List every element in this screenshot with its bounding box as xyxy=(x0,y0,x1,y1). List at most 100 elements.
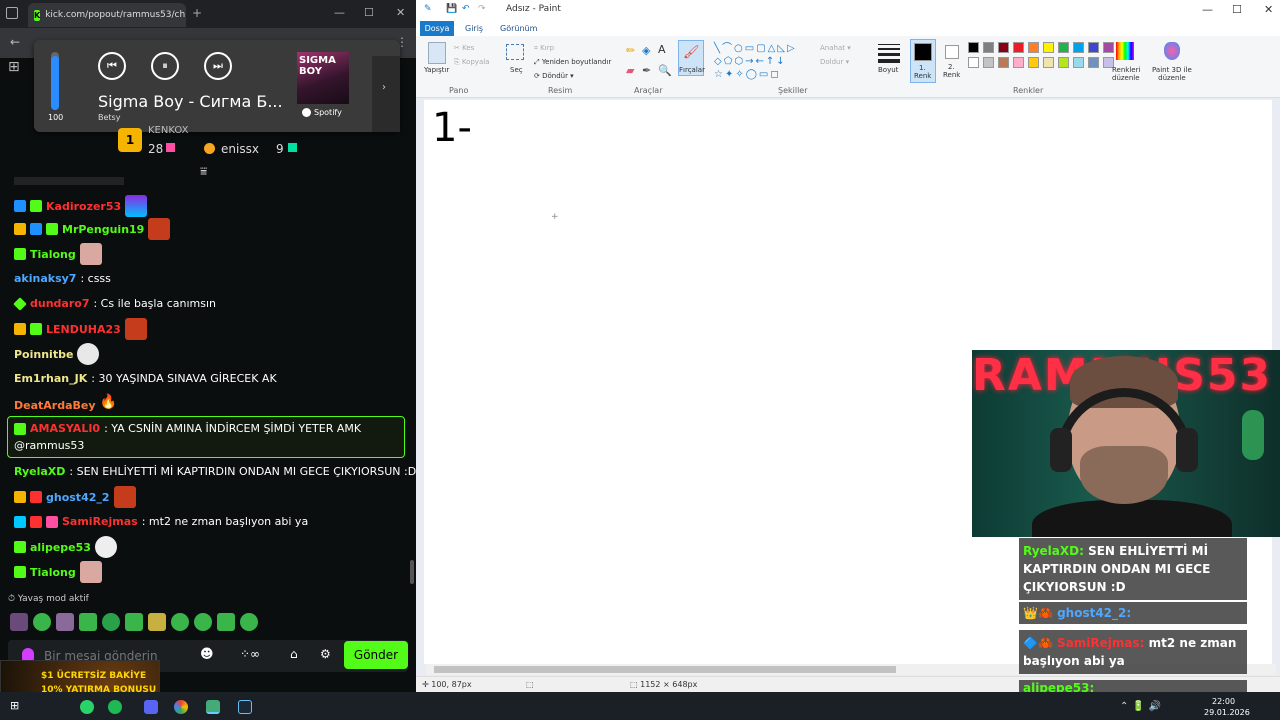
minimize-button[interactable]: — xyxy=(1202,3,1213,16)
palette-swatch[interactable] xyxy=(983,57,994,68)
settings-gear-icon[interactable]: ⚙ xyxy=(320,647,331,661)
expand-leaderboard-icon[interactable]: ⩸ xyxy=(200,164,207,179)
chrome-icon[interactable] xyxy=(174,700,188,714)
send-button[interactable]: Gönder xyxy=(344,641,408,669)
edit-colors-button[interactable]: Renkleri düzenle xyxy=(1112,66,1140,82)
emote-picker-icon[interactable]: ⁘∞ xyxy=(240,647,260,661)
redo-icon[interactable]: ↷ xyxy=(478,4,486,14)
chat-username[interactable]: Tialong xyxy=(30,566,76,579)
palette-swatch[interactable] xyxy=(1058,42,1069,53)
quick-emote-icon[interactable] xyxy=(56,613,74,631)
tab-file[interactable]: Dosya xyxy=(420,21,454,36)
close-window-button[interactable]: ✕ xyxy=(1264,3,1273,16)
chat-username[interactable]: akinaksy7 xyxy=(14,272,76,285)
color1-button[interactable]: 1. Renk xyxy=(910,39,936,83)
system-tray-icons[interactable]: ⌃🔋🔊 xyxy=(1120,701,1165,712)
edit-colors-icon[interactable] xyxy=(1116,42,1134,60)
palette-swatch[interactable] xyxy=(1088,42,1099,53)
palette-swatch[interactable] xyxy=(1043,42,1054,53)
chat-username[interactable]: LENDUHA23 xyxy=(46,323,121,336)
palette-swatch[interactable] xyxy=(1073,42,1084,53)
select-icon[interactable] xyxy=(506,44,524,60)
emoji-picker-icon[interactable]: ☻ xyxy=(200,647,214,662)
scrollbar-thumb[interactable] xyxy=(434,666,896,673)
next-track-button[interactable]: ⏭ xyxy=(204,52,232,80)
back-icon[interactable]: ← xyxy=(10,35,20,49)
discord-icon[interactable] xyxy=(144,700,158,714)
chat-username[interactable]: ghost42_2 xyxy=(46,491,110,504)
paint-taskbar-icon[interactable] xyxy=(206,700,220,714)
palette-swatch[interactable] xyxy=(1013,57,1024,68)
shapes-gallery[interactable]: ╲⌒○▭▢△◺▷ ◇⬠⬡→←↑↓ ☆✦✧◯▭◻ xyxy=(714,42,814,80)
palette-swatch[interactable] xyxy=(1013,42,1024,53)
quick-emote-icon[interactable] xyxy=(125,613,143,631)
color2-button[interactable]: 2. Renk xyxy=(940,39,966,83)
paint3d-icon[interactable] xyxy=(1164,42,1180,60)
apps-grid-icon[interactable]: ⊞ xyxy=(8,59,20,75)
quick-emote-icon[interactable] xyxy=(148,613,166,631)
quick-emote-icon[interactable] xyxy=(79,613,97,631)
pause-button[interactable]: ⏸ xyxy=(151,52,179,80)
palette-swatch[interactable] xyxy=(1088,57,1099,68)
size-icon[interactable] xyxy=(878,44,900,63)
chevron-right-icon[interactable]: › xyxy=(382,82,386,93)
rotate-button[interactable]: ⟳ Döndür ▾ xyxy=(534,72,574,80)
chat-scrollbar[interactable] xyxy=(410,560,414,584)
paste-button[interactable]: Yapıştır xyxy=(424,66,449,74)
magnifier-icon[interactable]: 🔍 xyxy=(658,64,672,77)
save-icon[interactable]: 💾 xyxy=(446,4,457,14)
quick-emote-icon[interactable] xyxy=(102,613,120,631)
maximize-button[interactable]: ☐ xyxy=(364,6,374,19)
palette-swatch[interactable] xyxy=(1103,42,1114,53)
palette-swatch[interactable] xyxy=(983,42,994,53)
spotify-icon[interactable] xyxy=(108,700,122,714)
outline-button[interactable]: Anahat ▾ xyxy=(820,44,851,52)
copy-button[interactable]: ⎘ Kopyala xyxy=(454,58,489,67)
quick-emote-icon[interactable] xyxy=(240,613,258,631)
undo-icon[interactable]: ↶ xyxy=(462,4,470,14)
close-window-button[interactable]: ✕ xyxy=(396,6,405,19)
palette-swatch[interactable] xyxy=(1058,57,1069,68)
chat-username[interactable]: Tialong xyxy=(30,248,76,261)
color-picker-icon[interactable]: ✒ xyxy=(642,64,651,77)
text-tool-icon[interactable]: A xyxy=(658,43,666,56)
quick-emote-icon[interactable] xyxy=(217,613,235,631)
cut-button[interactable]: ✂ Kes xyxy=(454,44,474,52)
chat-username[interactable]: RyelaXD xyxy=(14,465,65,478)
chat-username[interactable]: Poinnitbe xyxy=(14,348,73,361)
whatsapp-icon[interactable] xyxy=(80,700,94,714)
chat-username[interactable]: alipepe53 xyxy=(30,541,91,554)
paint3d-button[interactable]: Paint 3D ile düzenle xyxy=(1152,66,1192,82)
crop-button[interactable]: ⌗ Kırp xyxy=(534,44,554,53)
start-menu-icon[interactable]: ⊞ xyxy=(10,699,19,712)
tab-actions-icon[interactable] xyxy=(6,7,18,19)
chat-mention[interactable]: @rammus53 xyxy=(14,439,84,452)
chat-username[interactable]: DeatArdaBey xyxy=(14,399,96,412)
fill-icon[interactable]: ◈ xyxy=(642,44,650,57)
brushes-button[interactable]: 🖌 Fırçalar xyxy=(678,40,705,76)
eraser-icon[interactable]: ▰ xyxy=(626,64,634,77)
fill-button[interactable]: Doldur ▾ xyxy=(820,58,849,66)
tab-home[interactable]: Giriş xyxy=(465,24,483,33)
maximize-button[interactable]: ☐ xyxy=(1232,3,1242,16)
chat-username[interactable]: Kadirozer53 xyxy=(46,200,121,213)
palette-swatch[interactable] xyxy=(998,57,1009,68)
paste-icon[interactable] xyxy=(428,42,446,64)
chat-username[interactable]: dundaro7 xyxy=(30,297,89,310)
palette-swatch[interactable] xyxy=(1043,57,1054,68)
quick-emote-icon[interactable] xyxy=(33,613,51,631)
tab-view[interactable]: Görünüm xyxy=(500,24,537,33)
previous-track-button[interactable]: ⏮ xyxy=(98,52,126,80)
quick-emote-icon[interactable] xyxy=(171,613,189,631)
palette-swatch[interactable] xyxy=(998,42,1009,53)
store-icon[interactable]: ⌂ xyxy=(290,647,298,661)
select-button[interactable]: Seç xyxy=(510,66,523,74)
browser-tab[interactable]: K kick.com/popout/rammus53/ch ✕ xyxy=(28,3,186,27)
chat-username[interactable]: Em1rhan_JK xyxy=(14,372,87,385)
palette-swatch[interactable] xyxy=(1028,42,1039,53)
quick-emote-icon[interactable] xyxy=(194,613,212,631)
resize-button[interactable]: ⤢ Yeniden boyutlandır xyxy=(534,58,611,67)
palette-swatch[interactable] xyxy=(1028,57,1039,68)
chat-username[interactable]: SamiRejmas xyxy=(62,515,138,528)
pencil-icon[interactable]: ✏ xyxy=(626,44,635,57)
